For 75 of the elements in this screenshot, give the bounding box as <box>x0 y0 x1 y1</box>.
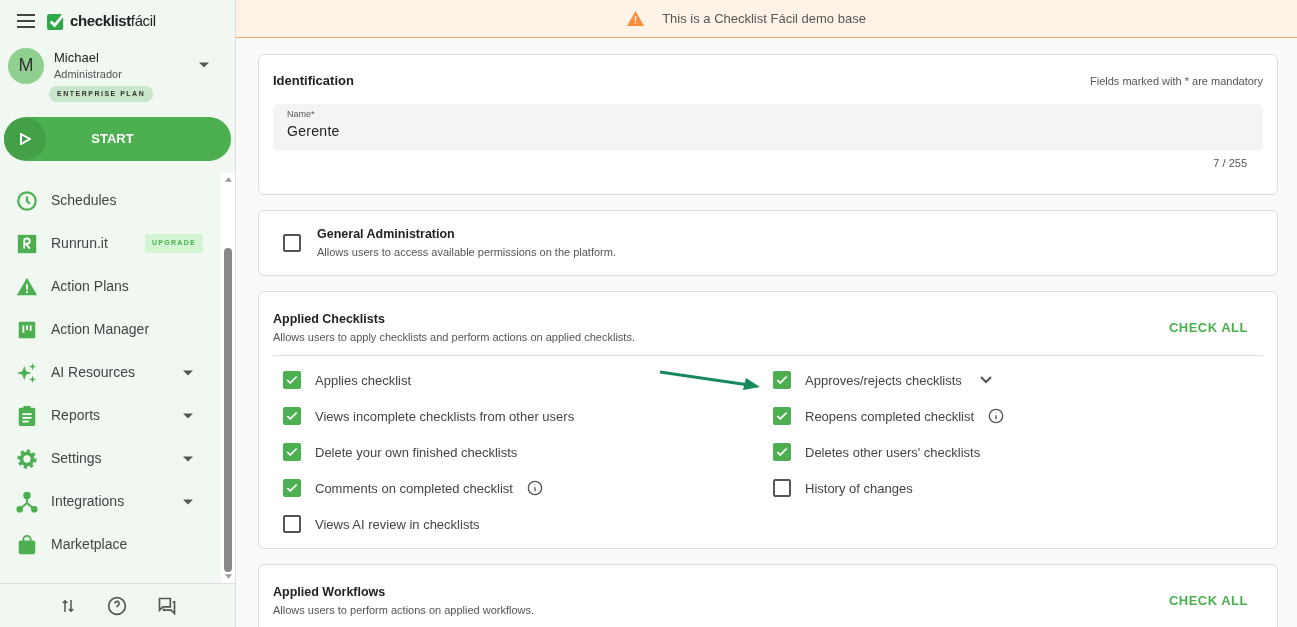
permission-row[interactable]: Views incomplete checklists from other users <box>283 406 663 427</box>
permission-row[interactable]: Approves/rejects checklists <box>663 370 1253 391</box>
caret-icon <box>183 498 193 505</box>
nav-item[interactable]: AI Resources <box>0 351 221 394</box>
checkbox[interactable] <box>773 443 791 462</box>
scroll-down-icon[interactable] <box>224 574 232 579</box>
nav-item[interactable]: Marketplace <box>0 523 221 566</box>
settings-icon <box>16 447 38 470</box>
mandatory-note: Fields marked with * are mandatory <box>1090 73 1263 89</box>
checkbox[interactable] <box>773 479 791 498</box>
checkbox[interactable] <box>283 407 301 426</box>
bag-icon <box>16 533 38 556</box>
help-icon[interactable] <box>106 595 127 616</box>
checkbox[interactable] <box>283 234 301 252</box>
caret-icon <box>199 61 209 68</box>
permission-label: Comments on completed checklist <box>315 479 513 498</box>
logo-text: checklistfácil <box>70 11 156 31</box>
permission-label: Applies checklist <box>315 371 412 390</box>
avatar: M <box>8 47 44 84</box>
section-title: General Administration <box>317 226 456 244</box>
clock-icon <box>16 189 38 212</box>
character-counter: 7 / 255 <box>1213 155 1247 171</box>
play-icon <box>19 133 31 145</box>
nav-item[interactable]: Integrations <box>0 480 221 523</box>
info-icon[interactable] <box>988 408 1005 425</box>
caret-icon <box>183 455 193 462</box>
info-icon[interactable] <box>527 480 543 497</box>
network-icon <box>16 490 38 513</box>
permission-label: Delete your own finished checklists <box>315 443 518 462</box>
nav-item[interactable]: Action Plans <box>0 265 221 308</box>
section-title: Applied Checklists <box>273 311 386 328</box>
section-description: Allows users to apply checklists and perform actions on applied checklists. <box>273 329 635 345</box>
checkbox[interactable] <box>283 479 301 498</box>
scrollbar[interactable] <box>221 173 235 583</box>
caret-icon <box>183 412 193 419</box>
permission-label: Deletes other users' checklists <box>805 443 981 462</box>
nav-item[interactable]: Schedules <box>0 179 221 222</box>
demo-banner: This is a Checklist Fácil demo base <box>236 0 1297 38</box>
permission-row[interactable]: Reopens completed checklist <box>663 406 1253 427</box>
checkbox[interactable] <box>283 371 301 390</box>
sparkles-icon <box>16 361 38 384</box>
user-name: Michael <box>54 48 100 66</box>
scroll-up-icon[interactable] <box>224 177 232 182</box>
checkbox[interactable] <box>773 407 791 426</box>
permission-label: History of changes <box>805 479 913 498</box>
caret-icon <box>183 369 193 376</box>
permission-label: Approves/rejects checklists <box>805 371 962 390</box>
section-description: Allows users to perform actions on applied workflows. <box>273 603 535 618</box>
checkbox[interactable] <box>283 515 301 534</box>
permission-label: Views incomplete checklists from other users <box>315 407 575 426</box>
section-description: Allows users to access available permissions on the platform. <box>317 245 616 261</box>
permission-row[interactable]: Applies checklist <box>283 370 663 391</box>
user-role: Administrador <box>54 66 123 82</box>
permission-row[interactable]: Comments on completed checklist <box>283 478 663 499</box>
menu-icon[interactable] <box>17 14 35 29</box>
section-title: Identification <box>273 72 354 90</box>
checkbox[interactable] <box>283 443 301 462</box>
warning-icon <box>627 11 645 26</box>
permission-row[interactable]: Views AI review in checklists <box>283 514 663 535</box>
chevron-icon[interactable] <box>979 376 992 385</box>
permission-label: Views AI review in checklists <box>315 515 480 534</box>
runrun-icon <box>16 232 38 255</box>
permission-row[interactable]: Deletes other users' checklists <box>663 442 1253 463</box>
logo-icon <box>47 11 66 31</box>
clipboard-icon <box>16 404 38 427</box>
nav-item[interactable]: Settings <box>0 437 221 480</box>
nav-item[interactable]: Action Manager <box>0 308 221 351</box>
section-title: Applied Workflows <box>273 584 387 602</box>
checkbox[interactable] <box>773 371 791 390</box>
chat-icon[interactable] <box>156 595 177 616</box>
permission-row[interactable]: History of changes <box>663 478 1253 499</box>
name-field[interactable]: Name* Gerente <box>273 103 1263 151</box>
permission-label: Reopens completed checklist <box>805 407 975 426</box>
nav-item[interactable]: Reports <box>0 394 221 437</box>
permission-row[interactable]: Delete your own finished checklists <box>283 442 663 463</box>
